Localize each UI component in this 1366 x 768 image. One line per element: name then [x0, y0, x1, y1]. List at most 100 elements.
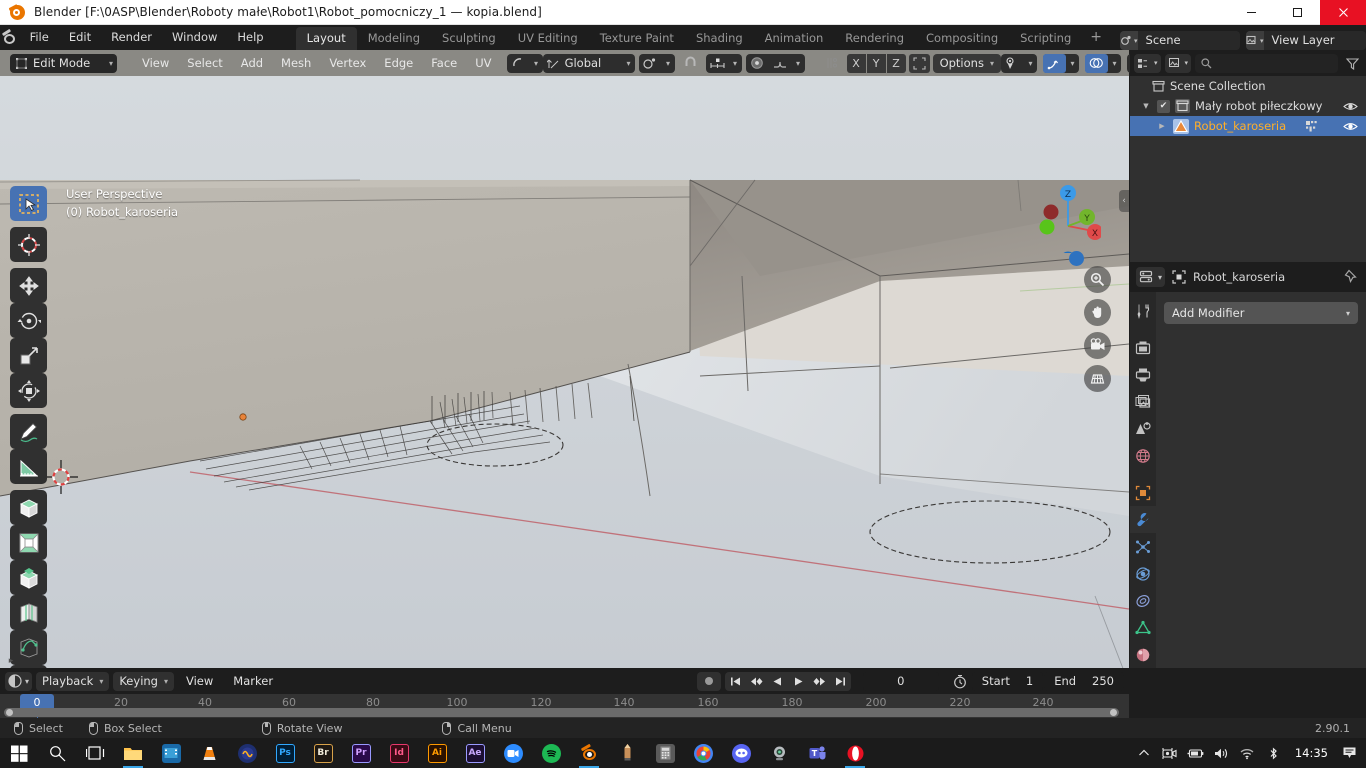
volume-icon[interactable] — [1209, 738, 1235, 768]
taskbar-spotify-icon[interactable] — [532, 738, 570, 768]
visibility-selector[interactable]: ▾ — [1000, 53, 1037, 73]
inset-faces-icon[interactable] — [10, 525, 47, 560]
transform-icon[interactable] — [10, 373, 47, 408]
timeline-editor-icon[interactable]: ▾ — [5, 671, 33, 691]
add-modifier-button[interactable]: Add Modifier ▾ — [1164, 302, 1358, 324]
bluetooth-icon[interactable] — [1261, 738, 1287, 768]
viewport-menu-uv[interactable]: UV — [466, 54, 500, 73]
object-square-icon[interactable] — [1130, 479, 1156, 506]
pivot-point-icon[interactable] — [639, 54, 662, 73]
material-sphere-icon[interactable] — [1130, 641, 1156, 668]
filter-id-icon[interactable]: ▾ — [1164, 53, 1192, 73]
proportional-edit-icon[interactable] — [746, 54, 769, 73]
taskbar-zoom-icon[interactable] — [494, 738, 532, 768]
viewport-menu-edge[interactable]: Edge — [375, 54, 422, 73]
taskbar-teams-icon[interactable]: T — [798, 738, 836, 768]
properties-editor-icon[interactable]: ▾ — [1136, 267, 1166, 287]
collection-checkbox[interactable]: ✔ — [1157, 99, 1170, 113]
taskbar-chrome-icon[interactable] — [684, 738, 722, 768]
viewport-menu-mesh[interactable]: Mesh — [272, 54, 320, 73]
mesh-data-triangle-icon[interactable] — [1130, 614, 1156, 641]
object-visibility-icon[interactable] — [1001, 54, 1024, 73]
measure-icon[interactable] — [10, 449, 47, 484]
menu-window[interactable]: Window — [162, 25, 227, 50]
mirror-x-toggle[interactable]: X — [846, 53, 866, 73]
taskbar-movies-tv-icon[interactable] — [152, 738, 190, 768]
add-workspace-button[interactable]: + — [1082, 27, 1110, 50]
viewport-menu-face[interactable]: Face — [422, 54, 466, 73]
workspace-tab-uv-editing[interactable]: UV Editing — [507, 27, 589, 50]
maximize-button[interactable] — [1274, 0, 1320, 25]
taskbar-opera-icon[interactable] — [836, 738, 874, 768]
loop-cut-icon[interactable] — [10, 595, 47, 630]
world-globe-icon[interactable] — [1130, 443, 1156, 470]
outliner-search-input[interactable] — [1195, 53, 1338, 73]
show-gizmo-icon[interactable] — [1042, 53, 1066, 73]
taskbar-illustrator-icon[interactable]: Ai — [418, 738, 456, 768]
timeline-menu-keying[interactable]: Keying ▾ — [113, 671, 174, 691]
taskbar-premiere-icon[interactable]: Pr — [342, 738, 380, 768]
rotate-icon[interactable] — [10, 303, 47, 338]
viewlayer-selector[interactable]: ▾ View Layer X — [1246, 31, 1366, 50]
chevron-down-icon[interactable]: ▾ — [729, 54, 742, 73]
expand-triangle-icon[interactable]: ▼ — [1140, 102, 1152, 110]
taskbar-webcam-icon[interactable] — [760, 738, 798, 768]
notifications-icon[interactable] — [1336, 738, 1362, 768]
workspace-tab-animation[interactable]: Animation — [754, 27, 835, 50]
mirror-y-toggle[interactable]: Y — [866, 53, 886, 73]
taskbar-vlc-icon[interactable] — [190, 738, 228, 768]
chevron-down-icon[interactable]: ▾ — [792, 54, 805, 73]
jump-to-prev-keyframe-icon[interactable] — [746, 672, 767, 691]
search-icon[interactable] — [38, 738, 76, 768]
zoom-icon[interactable] — [1084, 266, 1111, 293]
cursor-icon[interactable] — [10, 227, 47, 262]
minimize-button[interactable] — [1228, 0, 1274, 25]
taskbar-audacity-icon[interactable] — [228, 738, 266, 768]
frame-start-field[interactable]: Start 1 — [971, 671, 1044, 691]
play-reverse-icon[interactable] — [767, 672, 788, 691]
taskbar-blender-icon[interactable] — [570, 738, 608, 768]
object-constraints-icon[interactable] — [1130, 587, 1156, 614]
annotate-icon[interactable] — [10, 414, 47, 449]
sidebar-toggle-arrow-icon[interactable]: ‹ — [1119, 190, 1129, 212]
object-data-icons[interactable] — [1305, 120, 1320, 133]
outliner-display-mode-icon[interactable]: ▾ — [1134, 53, 1161, 73]
view-layer-images-icon[interactable] — [1130, 389, 1156, 416]
scale-icon[interactable] — [10, 338, 47, 373]
taskbar-clock[interactable]: 14:35 — [1287, 746, 1336, 760]
taskbar-file-explorer-icon[interactable] — [114, 738, 152, 768]
taskbar-aftereffects-icon[interactable]: Ae — [456, 738, 494, 768]
workspace-tab-layout[interactable]: Layout — [295, 27, 357, 50]
scene-name[interactable]: Scene — [1137, 31, 1240, 50]
taskbar-pencil-app-icon[interactable] — [608, 738, 646, 768]
viewport-options-button[interactable]: Options ▾ — [932, 53, 1001, 73]
scene-selector[interactable]: ▾ Scene X — [1120, 31, 1240, 50]
visibility-eye-icon[interactable] — [1343, 121, 1358, 132]
snap-options-group[interactable]: ▾ — [705, 53, 742, 73]
proportional-editing-group[interactable]: ▾ — [745, 53, 805, 73]
play-icon[interactable] — [788, 672, 809, 691]
jump-to-end-icon[interactable] — [830, 672, 851, 691]
mirror-z-toggle[interactable]: Z — [886, 53, 906, 73]
pan-hand-icon[interactable] — [1084, 299, 1111, 326]
tweak-select-box-icon[interactable] — [10, 186, 47, 221]
snap-magnet-icon[interactable] — [679, 54, 702, 73]
viewport-menu-view[interactable]: View — [133, 54, 178, 73]
taskbar-bridge-icon[interactable]: Br — [304, 738, 342, 768]
output-printer-icon[interactable] — [1130, 362, 1156, 389]
viewport-menu-add[interactable]: Add — [232, 54, 272, 73]
timeline-menu-playback[interactable]: Playback ▾ — [36, 671, 110, 691]
timeline-menu-marker[interactable]: Marker — [225, 672, 281, 691]
scene-cone-sphere-icon[interactable] — [1130, 416, 1156, 443]
physics-orbit-icon[interactable] — [1130, 560, 1156, 587]
blender-menu-icon[interactable] — [0, 25, 20, 50]
current-frame-field[interactable]: 0 — [862, 671, 939, 691]
menu-render[interactable]: Render — [101, 25, 162, 50]
workspace-tab-texture-paint[interactable]: Texture Paint — [589, 27, 685, 50]
outliner-row-object[interactable]: ▶ Robot_karoseria — [1130, 116, 1366, 136]
uv-sync-group[interactable]: ▾ — [506, 53, 543, 73]
jump-to-start-icon[interactable] — [725, 672, 746, 691]
close-button[interactable] — [1320, 0, 1366, 25]
3d-viewport[interactable]: User Perspective (0) Robot_karoseria Z X… — [0, 76, 1129, 668]
toolbar-toggle-arrow-icon[interactable]: ▸ — [2, 656, 20, 666]
